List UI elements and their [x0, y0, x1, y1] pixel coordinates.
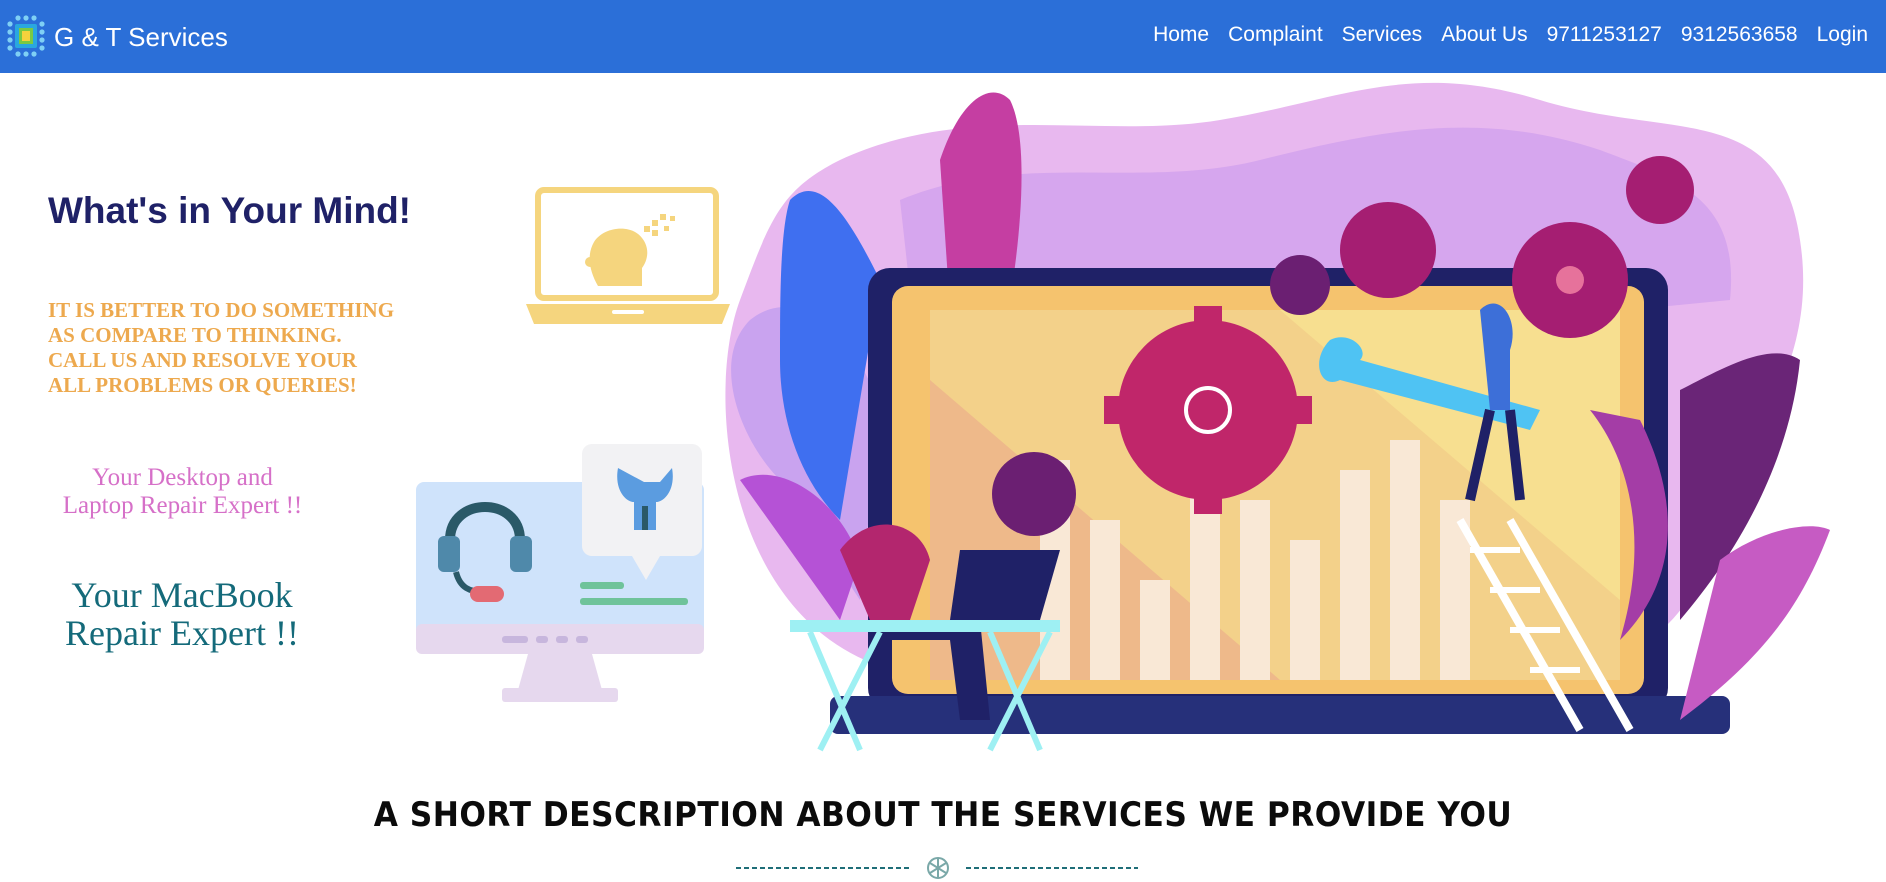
quote-line: AS COMPARE TO THINKING.	[48, 323, 342, 347]
snowflake-icon	[927, 857, 949, 879]
support-monitor-illustration	[416, 444, 704, 702]
navbar: G & T Services Home Complaint Services A…	[0, 0, 1886, 73]
nav-home[interactable]: Home	[1153, 23, 1209, 47]
nav-complaint[interactable]: Complaint	[1228, 23, 1323, 47]
nav-phone-2[interactable]: 9312563658	[1681, 23, 1798, 47]
tagline-line: Your Desktop and	[92, 464, 273, 491]
hero-quote: IT IS BETTER TO DO SOMETHING AS COMPARE …	[48, 298, 448, 398]
nav-services[interactable]: Services	[1342, 23, 1423, 47]
laptop-mind-illustration	[526, 187, 730, 324]
main-nav: Home Complaint Services About Us 9711253…	[1153, 23, 1868, 47]
chip-icon	[7, 15, 45, 57]
tagline-line: Laptop Repair Expert !!	[62, 492, 303, 519]
brand-name: G & T Services	[54, 21, 228, 52]
section-divider	[736, 857, 1138, 879]
nav-about-us[interactable]: About Us	[1441, 23, 1527, 47]
quote-line: ALL PROBLEMS OR QUERIES!	[48, 373, 357, 397]
repair-hero-illustration	[725, 82, 1830, 752]
quote-line: CALL US AND RESOLVE YOUR	[48, 348, 357, 372]
hero-title: What's in Your Mind!	[48, 190, 412, 231]
nav-login[interactable]: Login	[1817, 23, 1868, 47]
quote-line: IT IS BETTER TO DO SOMETHING	[48, 298, 395, 322]
tagline-line: Your MacBook	[71, 575, 293, 615]
tagline-line: Repair Expert !!	[65, 613, 299, 653]
macbook-expert-tagline: Your MacBook Repair Expert !!	[22, 576, 342, 652]
desktop-expert-tagline: Your Desktop and Laptop Repair Expert !!	[20, 464, 345, 520]
nav-phone-1[interactable]: 9711253127	[1547, 23, 1662, 47]
brand-link[interactable]: G & T Services	[4, 15, 228, 58]
services-section-heading: A SHORT DESCRIPTION ABOUT THE SERVICES W…	[373, 795, 1513, 835]
